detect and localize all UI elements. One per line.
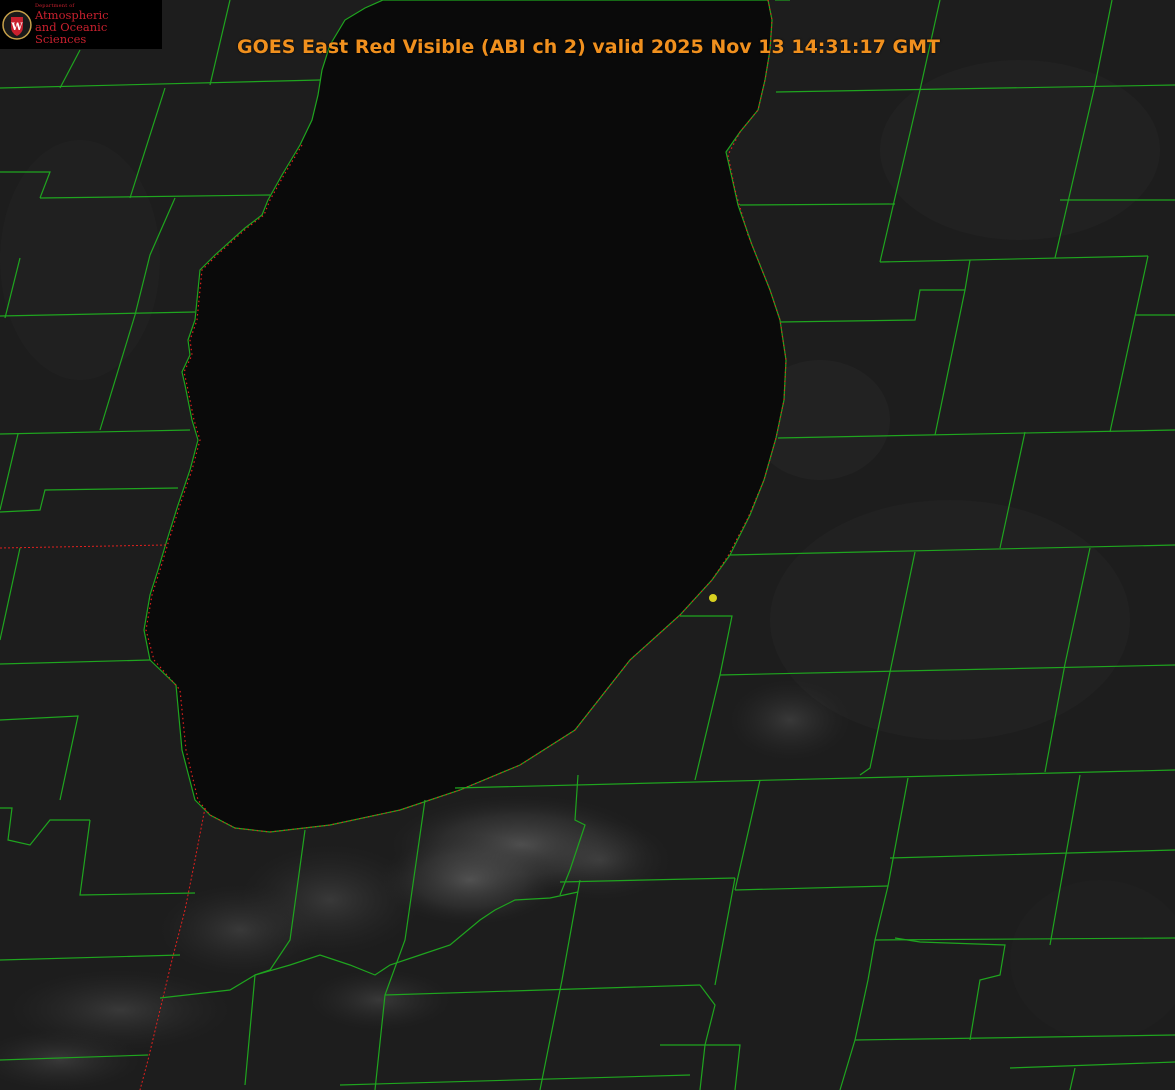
svg-text:W: W	[10, 21, 23, 32]
station-marker-icon[interactable]	[709, 594, 717, 602]
product-title-text: GOES East Red Visible (ABI ch 2) valid 2…	[237, 36, 940, 58]
satellite-map	[0, 0, 1175, 1090]
product-title: GOES East Red Visible (ABI ch 2) valid 2…	[0, 36, 1175, 58]
uw-seal-icon: W	[2, 9, 32, 40]
